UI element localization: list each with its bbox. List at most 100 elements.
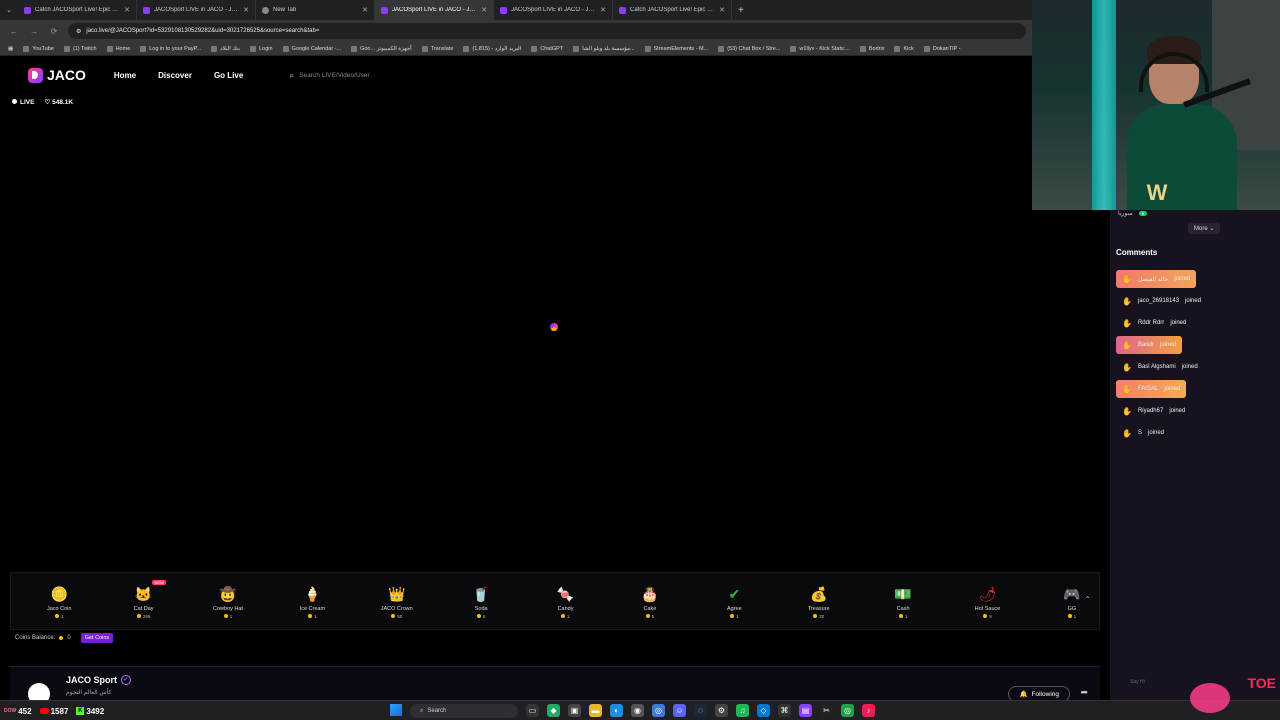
tab-close-icon[interactable]: ✕ <box>719 6 725 14</box>
bookmark-item[interactable]: بنك البلاد <box>211 45 240 52</box>
wave-icon: ✋ <box>1122 274 1132 284</box>
browser-tab[interactable]: Catch JACOSport Live! Epic Spo ✕ <box>18 0 137 20</box>
tab-search-icon[interactable]: ⌄ <box>0 0 18 20</box>
chevron-down-icon: ⌄ <box>1209 226 1215 232</box>
chrome-icon[interactable]: ◎ <box>652 704 665 717</box>
bookmark-item[interactable]: Google Calendar -... <box>282 45 341 52</box>
gift-item[interactable]: 💰 Treasure 20 <box>777 584 861 619</box>
terminal-icon[interactable]: ⌘ <box>778 704 791 717</box>
bookmark-label: Log in to your PayP... <box>149 45 202 52</box>
bookmark-item[interactable]: Translate <box>421 45 453 52</box>
forward-icon[interactable]: → <box>28 27 40 36</box>
app-icon[interactable]: ◇ <box>757 704 770 717</box>
gift-item[interactable]: 💵 Cash 1 <box>861 584 945 619</box>
gift-item[interactable]: 🐱 Cat Day 299 NEW <box>101 579 185 619</box>
copilot-icon[interactable]: ◆ <box>547 704 560 717</box>
comment-user[interactable]: Rddr Rdrr <box>1138 320 1164 326</box>
comment-item: ✋ Bandr joined <box>1116 336 1182 354</box>
bookmark-item[interactable]: YouTube <box>23 45 54 52</box>
gift-item[interactable]: 👑 JACO Crown 50 <box>355 584 439 619</box>
tab-close-icon[interactable]: ✕ <box>124 6 130 14</box>
browser-tab[interactable]: New Tab ✕ <box>256 0 375 20</box>
browser-tab[interactable]: JACOSport LIVE in JACO - JACO ✕ <box>137 0 256 20</box>
bookmark-item[interactable]: DokanTIP - <box>923 45 961 52</box>
nav-home[interactable]: Home <box>114 71 136 80</box>
comment-user[interactable]: خالد الفيصل <box>1138 276 1168 283</box>
gift-icon: 🤠 <box>219 585 237 602</box>
bookmark-item[interactable]: w1llyv - Kick Stats:... <box>790 45 850 52</box>
bookmark-item[interactable]: Login <box>250 45 273 52</box>
windows-start-icon[interactable] <box>390 704 402 716</box>
more-button[interactable]: More ⌄ <box>1188 223 1221 234</box>
share-icon[interactable]: ➦ <box>1080 687 1088 698</box>
comment-user[interactable]: Bandr <box>1138 342 1154 348</box>
webcam-overlay: W <box>1032 0 1280 210</box>
tab-close-icon[interactable]: ✕ <box>600 6 606 14</box>
bookmark-item[interactable]: Bodrix <box>859 45 885 52</box>
bookmark-item[interactable]: Kick <box>894 45 914 52</box>
edge-icon[interactable]: ◐ <box>610 704 623 717</box>
comment-user[interactable]: Riyadh67 <box>1138 408 1163 414</box>
bookmark-item[interactable]: Log in to your PayP... <box>140 45 202 52</box>
browser-tab[interactable]: JACOSport LIVE in JACO - JACO ✕ <box>375 0 494 20</box>
comment-user[interactable]: Basl Algshami <box>1138 364 1176 370</box>
get-coins-button[interactable]: Get Coins <box>80 633 114 643</box>
bookmark-item[interactable]: (53) Chat Box / Stre... <box>718 45 780 52</box>
bookmark-item[interactable]: (1) Twitch <box>63 45 97 52</box>
tab-close-icon[interactable]: ✕ <box>362 6 368 14</box>
bookmark-item[interactable]: البريد الوارد - (1,815) <box>463 45 521 52</box>
jaco-logo[interactable]: JACO <box>28 67 86 83</box>
gift-item[interactable]: 🎮 GG 1 <box>1030 584 1114 619</box>
coin-icon <box>813 614 818 618</box>
comment-user[interactable]: FAISAL <box>1138 386 1158 392</box>
search-box[interactable]: ⌕ Search LIVE/Video/User <box>289 70 369 81</box>
gift-item[interactable]: 🥤 Soda 6 <box>439 584 523 619</box>
loading-spinner-icon <box>550 323 558 331</box>
gift-item[interactable]: 🌶 Hot Sauce 9 <box>945 584 1029 619</box>
bookmark-item[interactable]: StreamElements - M... <box>644 45 708 52</box>
browser-tab[interactable]: JACOSport LIVE in JACO - JACO ✕ <box>494 0 613 20</box>
chrome-green-icon[interactable]: ◎ <box>841 704 854 717</box>
spotify-icon[interactable]: ♫ <box>736 704 749 717</box>
bookmark-label: Bodrix <box>868 45 885 52</box>
reload-icon[interactable]: ⟳ <box>48 27 60 36</box>
new-tab-button[interactable]: + <box>732 5 750 16</box>
capcut-icon[interactable]: ✂ <box>820 704 833 717</box>
nav-discover[interactable]: Discover <box>158 71 192 80</box>
apps-icon[interactable]: ▦ <box>8 46 13 52</box>
gift-name: GG <box>1067 605 1077 612</box>
browser-tab[interactable]: Catch JACOSport Live! Epic Spo ✕ <box>613 0 732 20</box>
steam-icon[interactable]: ◌ <box>694 704 707 717</box>
bookmark-item[interactable]: ChatGPT <box>531 45 563 52</box>
tab-close-icon[interactable]: ✕ <box>243 6 249 14</box>
streamer-info: JACO Sport ✓ كأس العالم النجوم 🔔 Followi… <box>10 666 1100 705</box>
tiktok-icon[interactable]: ♪ <box>862 704 875 717</box>
gift-item[interactable]: 🍬 Candy 1 <box>523 584 607 619</box>
gift-item[interactable]: 🎂 Cake 5 <box>608 584 692 619</box>
store-icon[interactable]: ▣ <box>568 704 581 717</box>
discord-icon[interactable]: ☺ <box>673 704 686 717</box>
twitch-icon[interactable]: ▤ <box>799 704 812 717</box>
comment-user[interactable]: jaco_26918143 <box>1138 298 1179 304</box>
file-explorer-icon[interactable]: ▬ <box>589 704 602 717</box>
comment-user[interactable]: S <box>1138 430 1142 436</box>
url-field[interactable]: ⚙ jaco.live/@JACOSport?id=53291081305292… <box>68 23 1026 39</box>
settings-icon[interactable]: ⚙ <box>715 704 728 717</box>
gift-item[interactable]: ✔ Agree 1 <box>692 584 776 619</box>
chevron-up-icon[interactable]: ⌃ <box>1084 595 1091 604</box>
bookmark-item[interactable]: Goo... أجهزة الكمبيوتر <box>351 45 412 52</box>
task-view-icon[interactable]: ▭ <box>526 704 539 717</box>
gift-item[interactable]: 🤠 Cowboy Hat 1 <box>186 584 270 619</box>
nav-go-live[interactable]: Go Live <box>214 71 243 80</box>
taskbar-search[interactable]: ⌕ Search <box>410 704 518 718</box>
obs-icon[interactable]: ◉ <box>631 704 644 717</box>
gift-item[interactable]: 🍦 Ice Cream 1 <box>270 584 354 619</box>
tab-close-icon[interactable]: ✕ <box>481 6 487 14</box>
bookmark-item[interactable]: مؤسسة بلد ويلو الشا... <box>573 45 635 52</box>
bookmark-favicon-icon <box>790 45 797 52</box>
bookmark-item[interactable]: Home <box>106 45 130 52</box>
windows-taskbar: DOW 452 1587 K 3492 ⌕ Search ▭ ◆ ▣ ▬ ◐ ◉ ◎ … <box>0 675 1280 720</box>
back-icon[interactable]: ← <box>8 27 20 36</box>
gift-item[interactable]: 🪙 Jaco Coin 1 <box>17 584 101 619</box>
site-info-icon[interactable]: ⚙ <box>76 28 81 35</box>
